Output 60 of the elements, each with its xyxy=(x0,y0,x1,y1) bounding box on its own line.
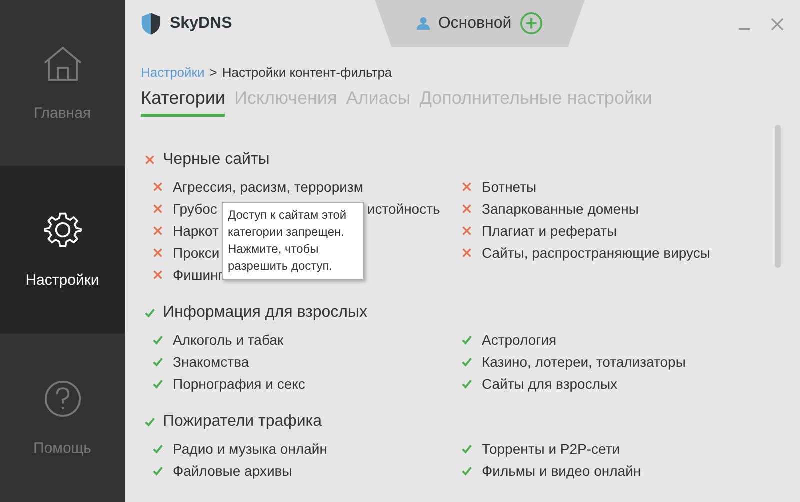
category-label[interactable]: истойность xyxy=(367,201,440,217)
add-icon[interactable] xyxy=(520,12,543,35)
app-name: SkyDNS xyxy=(170,14,232,32)
check-icon[interactable] xyxy=(153,357,163,367)
check-icon[interactable] xyxy=(462,379,472,389)
check-icon[interactable] xyxy=(462,335,472,345)
category-label[interactable]: Знакомства xyxy=(173,354,250,370)
category-label[interactable]: Казино, лотереи, тотализаторы xyxy=(482,354,686,370)
category-label[interactable]: Алкоголь и табак xyxy=(173,332,284,348)
category-label[interactable]: Порнография и секс xyxy=(173,376,306,392)
tab[interactable]: Категории xyxy=(141,88,226,117)
category-label[interactable]: Прокси xyxy=(173,245,220,261)
check-icon[interactable] xyxy=(153,444,163,454)
tooltip: Доступ к сайтам этой категории запрещен. Нажмите, чтобы разрешить доступ. xyxy=(222,202,364,280)
profile-tab[interactable]: Основной xyxy=(375,0,585,47)
category-label[interactable]: Радио и музыка онлайн xyxy=(173,441,328,457)
cross-icon[interactable] xyxy=(145,155,155,165)
category-label[interactable]: Наркот xyxy=(173,223,219,239)
breadcrumb-separator: > xyxy=(210,65,218,80)
cross-icon[interactable] xyxy=(153,226,163,236)
check-icon[interactable] xyxy=(462,444,472,454)
category-label[interactable]: Сайты, распространяющие вирусы xyxy=(482,245,710,261)
group-title: Пожиратели трафика xyxy=(163,413,322,431)
group-title: Черные сайты xyxy=(163,151,270,169)
category-label[interactable]: Файловые архивы xyxy=(173,463,292,479)
category-label[interactable]: Фишинг xyxy=(173,267,224,283)
cross-icon[interactable] xyxy=(462,182,472,192)
cross-icon[interactable] xyxy=(153,248,163,258)
category-label[interactable]: Астрология xyxy=(482,332,557,348)
breadcrumb-current: Настройки контент-фильтра xyxy=(222,65,392,80)
help-icon xyxy=(42,380,82,418)
category-label[interactable]: Плагиат и рефераты xyxy=(482,223,618,239)
category-label[interactable]: Ботнеты xyxy=(482,179,537,195)
category-label[interactable]: Сайты для взрослых xyxy=(482,376,618,392)
cross-icon[interactable] xyxy=(153,270,163,280)
sidebar-item[interactable]: Настройки xyxy=(0,167,125,334)
cross-icon[interactable] xyxy=(462,204,472,214)
settings-icon xyxy=(42,212,82,250)
check-icon[interactable] xyxy=(153,466,163,476)
cross-icon[interactable] xyxy=(153,182,163,192)
check-icon[interactable] xyxy=(153,379,163,389)
close-icon[interactable] xyxy=(771,18,784,31)
cross-icon[interactable] xyxy=(153,204,163,214)
category-label[interactable]: Грубос xyxy=(173,201,218,217)
home-icon xyxy=(42,44,82,82)
check-icon[interactable] xyxy=(462,466,472,476)
group-title: Информация для взрослых xyxy=(163,304,368,322)
check-icon[interactable] xyxy=(145,308,155,318)
category-label[interactable]: Запаркованные домены xyxy=(482,201,639,217)
check-icon[interactable] xyxy=(145,417,155,427)
category-label[interactable]: Агрессия, расизм, терроризм xyxy=(173,179,364,195)
scrollbar[interactable] xyxy=(775,125,781,268)
category-label[interactable]: Торренты и P2P-сети xyxy=(482,441,620,457)
shield-icon xyxy=(141,10,161,36)
check-icon[interactable] xyxy=(153,335,163,345)
category-label[interactable]: Фильмы и видео онлайн xyxy=(482,463,642,479)
cross-icon[interactable] xyxy=(462,226,472,236)
user-icon xyxy=(417,17,430,30)
cross-icon[interactable] xyxy=(462,248,472,258)
check-icon[interactable] xyxy=(462,357,472,367)
